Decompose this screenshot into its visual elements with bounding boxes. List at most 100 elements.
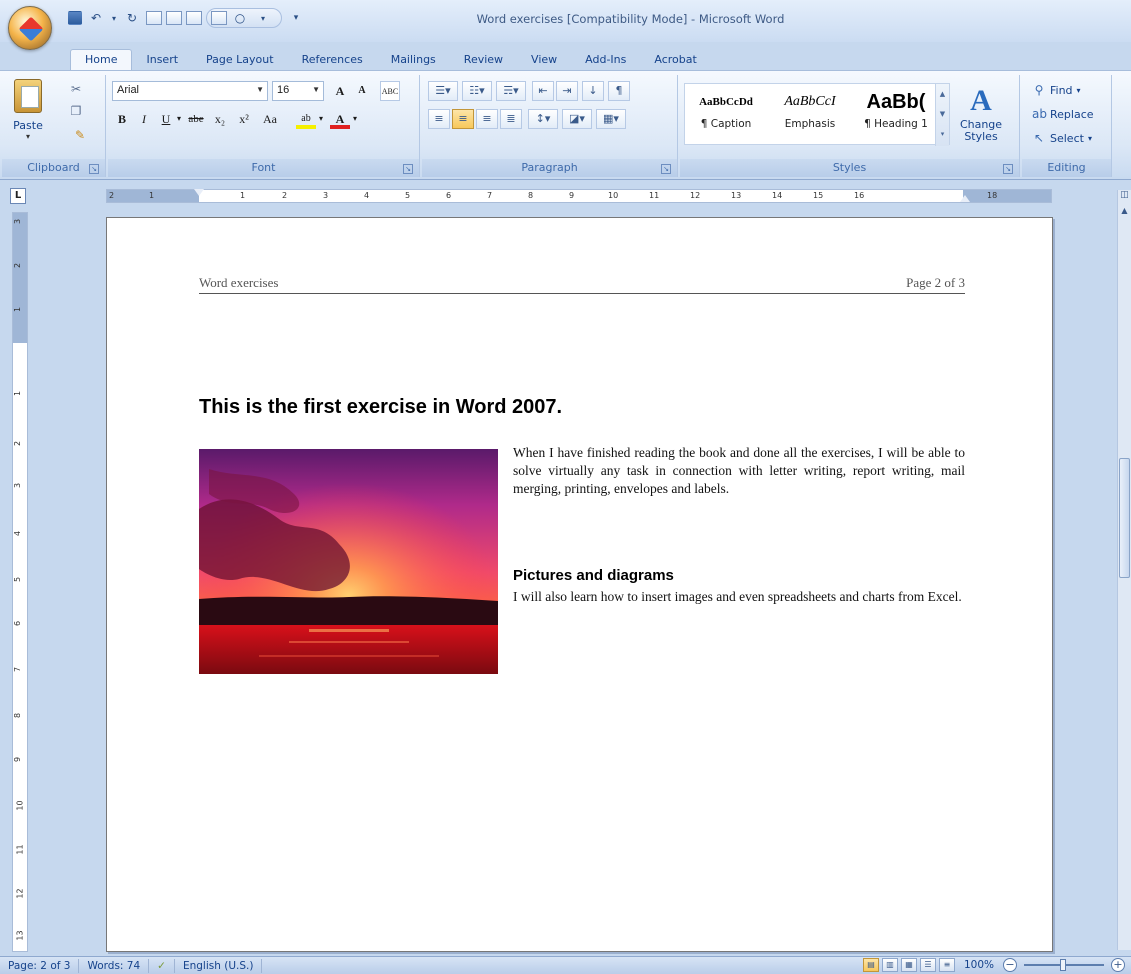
horizontal-ruler[interactable]: 2 1 1 2 3 4 5 6 7 8 9 10 11 12 13 14 15 … [106,189,1052,203]
draft-icon[interactable]: ≡ [938,958,955,972]
page-count[interactable]: Page: 2 of 3 [0,958,80,973]
format-painter-icon[interactable]: ✎ [72,127,88,143]
multilevel-list-icon[interactable]: ☴▾ [496,81,526,101]
shrink-font-button[interactable]: A [352,81,372,101]
chevron-down-icon: ▾ [1076,85,1081,95]
right-margin-area [963,190,1051,202]
clear-formatting-button[interactable]: ABC [380,81,400,101]
outline-icon[interactable]: ☰ [919,958,936,972]
zoom-in-icon[interactable]: + [1111,958,1125,972]
justify-icon[interactable]: ≣ [500,109,522,129]
show-formatting-icon[interactable]: ¶ [608,81,630,101]
ruler-tick: 13 [731,191,742,200]
ruler-toggle-icon[interactable]: ◫ [1118,190,1131,206]
zoom-slider[interactable] [1024,959,1104,971]
style-caption[interactable]: AaBbCcDd ¶ Caption [687,88,765,130]
underline-dropdown-icon[interactable]: ▾ [174,109,184,129]
tab-references[interactable]: References [288,50,377,70]
tab-insert[interactable]: Insert [132,50,192,70]
more-styles-icon[interactable]: ▾ [936,124,949,144]
scroll-up-icon[interactable]: ▲ [1118,206,1131,220]
font-color-dropdown-icon[interactable]: ▾ [350,109,360,129]
tab-view[interactable]: View [517,50,571,70]
highlight-button[interactable]: ab [296,109,316,129]
scroll-down-icon[interactable]: ▼ [936,104,949,124]
chevron-down-icon: ▼ [256,85,264,94]
scrollbar-thumb[interactable] [1119,458,1130,578]
font-color-button[interactable]: A [330,109,350,129]
increase-indent-icon[interactable]: ⇥ [556,81,578,101]
style-heading-1[interactable]: AaBb( ¶ Heading 1 [855,88,937,130]
tab-acrobat[interactable]: Acrobat [640,50,710,70]
ruler-tick: 2 [13,440,23,447]
print-layout-icon[interactable]: ▤ [862,958,879,972]
ruler-tick: 7 [13,666,23,673]
borders-icon[interactable]: ▦▾ [596,109,626,129]
grow-font-button[interactable]: A [330,81,350,101]
zoom-out-icon[interactable]: − [1003,958,1017,972]
copy-icon[interactable]: ❐ [68,103,84,119]
strikethrough-button[interactable]: abe [186,109,206,129]
document-page[interactable]: Word exercises Page 2 of 3 This is the f… [106,217,1053,952]
full-screen-reading-icon[interactable]: ▥ [881,958,898,972]
zoom-level[interactable]: 100% [964,959,994,971]
clipboard-launcher-icon[interactable]: ↘ [89,164,99,174]
tab-selector[interactable]: L [10,188,26,204]
sunset-picture[interactable] [199,449,498,674]
first-line-indent-marker[interactable] [194,189,204,196]
proofing-icon[interactable]: ✓ [149,958,175,973]
superscript-button[interactable]: x² [234,109,254,129]
replace-button[interactable]: ab Replace [1032,107,1094,121]
tab-add-ins[interactable]: Add-Ins [571,50,640,70]
editing-group-label: Editing [1022,159,1111,177]
change-styles-button[interactable]: A Change Styles [956,83,1006,143]
line-spacing-icon[interactable]: ↕▾ [528,109,558,129]
sort-icon[interactable]: ↓ [582,81,604,101]
word-count[interactable]: Words: 74 [79,958,150,973]
scroll-up-icon[interactable]: ▲ [936,84,949,104]
tab-home[interactable]: Home [70,49,133,70]
style-emphasis[interactable]: AaBbCcI Emphasis [771,88,849,130]
bullets-icon[interactable]: ☰▾ [428,81,458,101]
font-size-combo[interactable]: 16 ▼ [272,81,324,101]
font-launcher-icon[interactable]: ↘ [403,164,413,174]
vertical-ruler[interactable]: 3 2 1 1 2 3 4 5 6 7 8 9 10 11 12 13 [12,212,28,952]
language[interactable]: English (U.S.) [175,958,263,973]
tab-page-layout[interactable]: Page Layout [192,50,288,70]
underline-button[interactable]: U [156,109,176,129]
web-layout-icon[interactable]: ▦ [900,958,917,972]
vertical-scrollbar[interactable]: ◫ ▲ [1117,190,1131,950]
ruler-tick: 9 [569,191,575,200]
decrease-indent-icon[interactable]: ⇤ [532,81,554,101]
paragraph-launcher-icon[interactable]: ↘ [661,164,671,174]
bold-button[interactable]: B [112,109,132,129]
paste-button[interactable]: Paste ▾ [10,79,46,141]
binoculars-icon: ⚲ [1034,83,1044,97]
font-name-combo[interactable]: Arial ▼ [112,81,268,101]
highlight-dropdown-icon[interactable]: ▾ [316,109,326,129]
italic-button[interactable]: I [134,109,154,129]
tab-review[interactable]: Review [450,50,517,70]
align-left-icon[interactable]: ≡ [428,109,450,129]
ruler-tick: 11 [15,844,25,855]
subscript-button[interactable]: x₂ [210,109,230,129]
shading-icon[interactable]: ◪▾ [562,109,592,129]
styles-scroll[interactable]: ▲ ▼ ▾ [935,84,949,146]
change-case-button[interactable]: Aa [260,109,280,129]
paragraph-group-label: Paragraph [422,159,677,177]
zoom-slider-knob[interactable] [1060,959,1066,971]
styles-launcher-icon[interactable]: ↘ [1003,164,1013,174]
office-button[interactable] [8,6,52,50]
select-button[interactable]: ↖ Select ▾ [1032,131,1092,145]
tab-mailings[interactable]: Mailings [377,50,450,70]
sunset-image [199,449,498,674]
numbering-icon[interactable]: ☷▾ [462,81,492,101]
page-header[interactable]: Word exercises Page 2 of 3 [199,274,965,294]
right-indent-marker[interactable] [960,195,970,202]
align-center-icon[interactable]: ≡ [452,109,474,129]
align-right-icon[interactable]: ≡ [476,109,498,129]
find-button[interactable]: ⚲ Find ▾ [1032,83,1081,97]
cut-icon[interactable]: ✂ [68,81,84,97]
ruler-tick: 3 [13,218,23,225]
ruler-tick: 2 [13,262,23,269]
